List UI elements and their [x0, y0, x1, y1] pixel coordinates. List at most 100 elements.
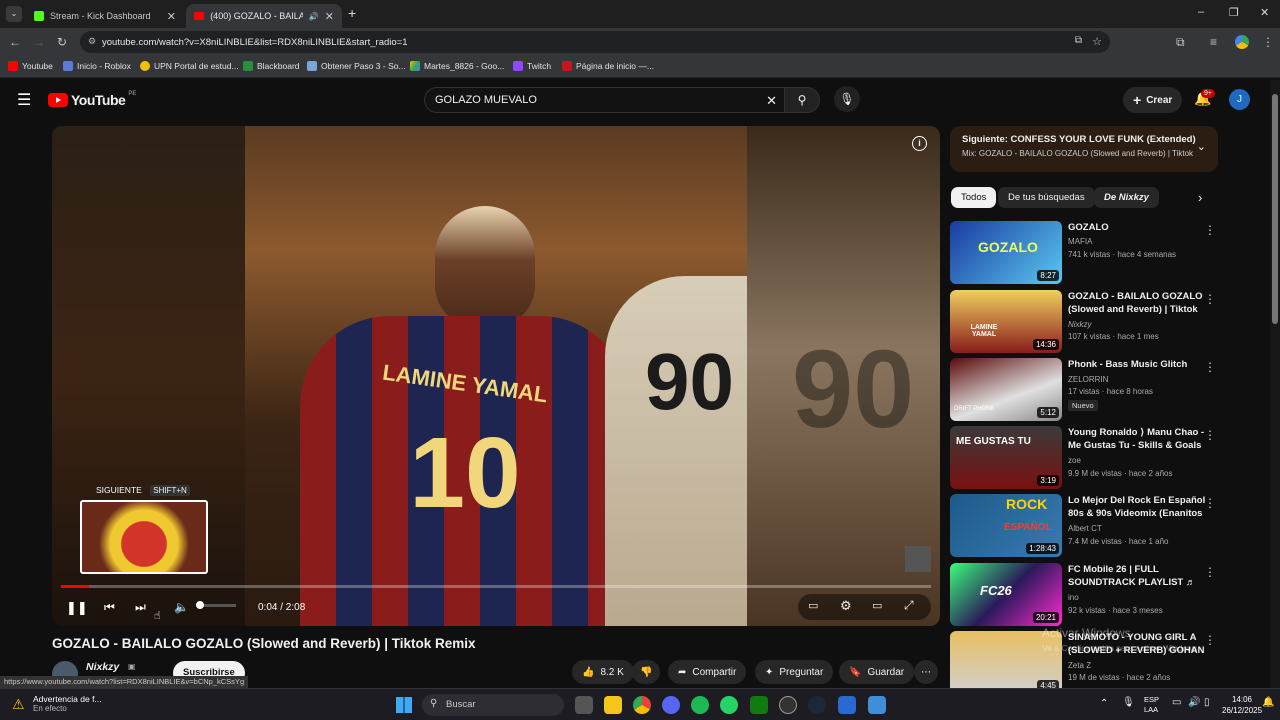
theater-mode-icon[interactable]: ▭ [872, 599, 882, 612]
restore-icon[interactable]: ❐ [1229, 6, 1239, 19]
channel-name[interactable]: Nixkzy [86, 661, 119, 673]
spotify-icon[interactable] [691, 696, 709, 714]
more-options-icon[interactable]: ⋮ [1204, 496, 1216, 510]
steam-icon[interactable] [808, 696, 826, 714]
chip-from-searches[interactable]: De tus búsquedas [998, 187, 1095, 208]
subtitles-icon[interactable]: ▭ [808, 599, 818, 612]
profile-avatar[interactable] [1235, 35, 1249, 49]
chevron-down-icon[interactable]: ⌄ [1197, 140, 1206, 153]
bookmark-paso3[interactable]: Obtener Paso 3 - So... [307, 61, 406, 71]
weather-notification[interactable]: Advertencia de f... En efecto [33, 694, 102, 713]
forward-icon[interactable]: → [33, 35, 45, 49]
bookmark-drive[interactable]: Martes_8826 - Goo... [410, 61, 504, 71]
close-tab-icon[interactable]: ✕ [167, 10, 176, 23]
more-options-icon[interactable]: ⋮ [1204, 223, 1216, 237]
clock[interactable]: 14:06 26/12/2025 [1222, 694, 1262, 716]
more-options-icon[interactable]: ⋮ [1204, 633, 1216, 647]
bookmark-home[interactable]: Página de inicio —... [562, 61, 654, 71]
tab-youtube[interactable]: (400) GOZALO - BAILALO G 🔊 ✕ [186, 4, 342, 28]
hamburger-menu-icon[interactable]: ☰ [17, 90, 31, 110]
more-options-icon[interactable]: ⋮ [1204, 428, 1216, 442]
video-player[interactable]: LAMINE YAMAL 10 90 90 i SIGUIENTE SHIFT+… [52, 126, 940, 626]
list-item[interactable]: FC26 20:21 FC Mobile 26 | FULL SOUNDTRAC… [950, 563, 1220, 627]
close-tab-icon[interactable]: ✕ [325, 10, 334, 23]
page-scrollbar[interactable] [1270, 80, 1280, 688]
tab-search-button[interactable]: ⌄ [6, 6, 22, 22]
close-window-icon[interactable]: ✕ [1260, 6, 1269, 19]
save-button[interactable]: 🔖 Guardar [839, 660, 915, 684]
ask-button[interactable]: ✦ Preguntar [755, 660, 834, 684]
bookmark-youtube[interactable]: Youtube [8, 61, 53, 71]
reload-icon[interactable]: ↻ [57, 35, 67, 49]
share-button[interactable]: ➦ Compartir [668, 660, 747, 684]
back-icon[interactable]: ← [9, 35, 21, 49]
more-options-icon[interactable]: ⋮ [1204, 360, 1216, 374]
bookmark-blackboard[interactable]: Blackboard [243, 61, 300, 71]
start-windows-icon[interactable] [396, 697, 412, 713]
previous-button[interactable]: ⏮ [104, 600, 115, 615]
info-icon[interactable]: i [912, 136, 927, 151]
file-explorer-icon[interactable] [604, 696, 622, 714]
bookmark-upn[interactable]: UPN Portal de estud... [140, 61, 239, 71]
up-next-panel[interactable]: Siguiente: CONFESS YOUR LOVE FUNK (Exten… [950, 126, 1218, 172]
youtube-logo[interactable]: YouTube PE [48, 91, 136, 108]
obs-icon[interactable] [779, 696, 797, 714]
site-info-icon[interactable]: ⚙ [88, 36, 96, 47]
bookmark-roblox[interactable]: Inicio - Roblox [63, 61, 131, 71]
volume-icon[interactable]: 🔈 [174, 600, 189, 614]
audio-playing-icon[interactable]: 🔊 [309, 12, 319, 21]
install-app-icon[interactable]: ⧉ [1075, 35, 1082, 46]
search-button[interactable]: ⚲ [784, 87, 820, 113]
tray-chevron-icon[interactable]: ⌃ [1100, 698, 1108, 709]
minimize-icon[interactable]: – [1198, 6, 1204, 18]
list-item[interactable]: GOZALO 8:27 GOZALO MAFIA 741 k vistas · … [950, 221, 1220, 285]
teams-icon[interactable] [868, 696, 886, 714]
whatsapp-icon[interactable] [720, 696, 738, 714]
xbox-icon[interactable] [750, 696, 768, 714]
list-item[interactable]: ROCK ESPAÑOL 1:28:43 Lo Mejor Del Rock E… [950, 494, 1220, 558]
battery-icon[interactable]: ▯ [1204, 697, 1210, 708]
create-button[interactable]: + Crear [1123, 87, 1183, 113]
voice-search-button[interactable]: 🎙 [834, 86, 860, 112]
dislike-button[interactable]: 👎 [632, 660, 661, 684]
progress-bar[interactable] [61, 585, 931, 588]
task-view-icon[interactable] [575, 696, 593, 714]
tab-kick[interactable]: Stream - Kick Dashboard ✕ [26, 4, 184, 28]
browser-menu-icon[interactable]: ⋮ [1262, 35, 1274, 49]
volume-slider[interactable] [196, 601, 236, 609]
network-icon[interactable]: ▭ [1172, 697, 1181, 708]
more-options-icon[interactable]: ⋮ [1204, 565, 1216, 579]
clear-search-icon[interactable]: ✕ [766, 93, 777, 109]
bookmark-star-icon[interactable]: ☆ [1092, 35, 1102, 48]
search-input[interactable]: GOLAZO MUEVALO ✕ [424, 87, 786, 113]
warning-icon[interactable]: ⚠ [12, 696, 25, 713]
bookmark-twitch[interactable]: Twitch [513, 61, 551, 71]
media-control-icon[interactable]: ≡ [1210, 35, 1217, 49]
more-options-icon[interactable]: ⋮ [1204, 292, 1216, 306]
taskbar-search-input[interactable]: ⚲ Buscar [422, 694, 564, 716]
chrome-icon[interactable] [633, 696, 651, 714]
list-item[interactable]: LAMINE YAMAL 14:36 GOZALO - BAILALO GOZA… [950, 290, 1220, 354]
settings-gear-icon[interactable]: ⚙ [840, 598, 852, 614]
like-button[interactable]: 👍 8.2 K [572, 660, 634, 684]
microphone-icon[interactable]: 🎙 [1122, 697, 1135, 708]
notifications-icon[interactable]: 🔔 [1262, 697, 1274, 708]
new-tab-button[interactable]: + [348, 5, 356, 21]
address-bar[interactable]: ⚙ youtube.com/watch?v=X8niLINBLIE&list=R… [80, 31, 1110, 53]
language-indicator[interactable]: ESP LAA [1144, 695, 1159, 715]
chips-next-icon[interactable]: › [1198, 190, 1202, 205]
more-actions-button[interactable]: ⋯ [914, 660, 938, 684]
app-icon[interactable] [838, 696, 856, 714]
pause-button[interactable]: ❚❚ [66, 600, 88, 616]
fullscreen-icon[interactable]: ⤢ [904, 598, 914, 613]
chip-from-channel[interactable]: De Nixkzy [1094, 187, 1159, 208]
list-item[interactable]: 4:45 SINAMOTO - YOUNG GIRL A (SLOWED + R… [950, 631, 1220, 695]
chip-all[interactable]: Todos [951, 187, 997, 208]
list-item[interactable]: DRIFT PHONK 5:12 Phonk - Bass Music Glit… [950, 358, 1220, 422]
account-avatar[interactable]: J [1229, 89, 1250, 110]
volume-tray-icon[interactable]: 🔊 [1188, 697, 1200, 708]
extensions-icon[interactable]: ⧉ [1176, 35, 1185, 50]
discord-icon[interactable] [662, 696, 680, 714]
channel-watermark[interactable] [905, 546, 931, 572]
list-item[interactable]: ME GUSTAS TU 3:19 Young Ronaldo ⟩ Manu C… [950, 426, 1220, 490]
